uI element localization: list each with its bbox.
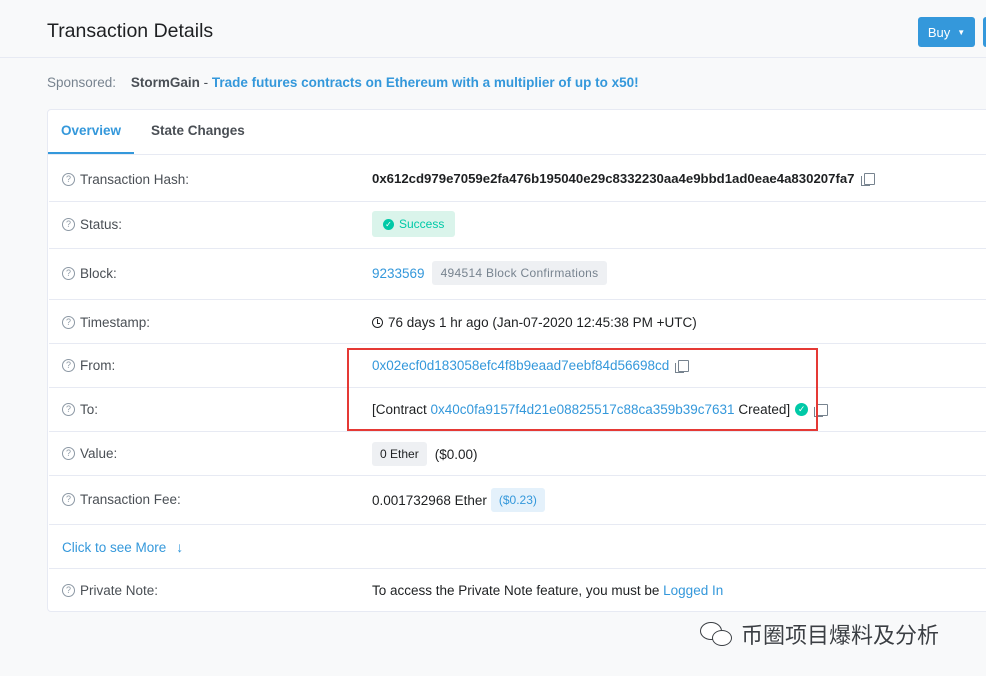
row-label: ? From: (62, 358, 115, 373)
sponsor-name[interactable]: StormGain (131, 75, 200, 90)
row-value: 0 Ether ($0.00) (372, 442, 477, 466)
block-number-link[interactable]: 9233569 (372, 266, 425, 281)
copy-icon[interactable] (860, 172, 875, 186)
row-private-note: ? Private Note: To access the Private No… (49, 569, 986, 613)
row-label: ? Transaction Hash: (62, 172, 189, 187)
see-more-link[interactable]: Click to see More ↓ (62, 539, 183, 555)
row-label: ? Status: (62, 217, 122, 232)
private-note-label: Private Note: (80, 583, 159, 598)
fee-amount: 0.001732968 Ether (372, 492, 487, 508)
highlight-annotation-box (347, 348, 818, 431)
row-label: ? Private Note: (62, 583, 158, 598)
sponsored-banner: Sponsored: StormGain - Trade futures con… (47, 75, 639, 90)
value-usd: ($0.00) (434, 446, 478, 462)
status-label: Status: (80, 217, 123, 232)
watermark-text: 币圈项目爆料及分析 (741, 623, 940, 648)
chevron-down-icon: ▼ (957, 27, 966, 37)
block-confirmations-badge: 494514 Block Confirmations (431, 261, 608, 285)
question-icon[interactable]: ? (62, 173, 75, 186)
sponsor-link[interactable]: Trade futures contracts on Ethereum with… (212, 75, 639, 90)
tab-state-changes[interactable]: State Changes (138, 110, 258, 154)
fee-label: Transaction Fee: (80, 492, 181, 507)
row-status: ? Status: ✓ Success (49, 202, 986, 249)
row-value: 0.001732968 Ether ($0.23) (372, 488, 545, 512)
sponsored-label: Sponsored: (47, 75, 117, 90)
row-transaction-hash: ? Transaction Hash: 0x612cd979e7059e2fa4… (49, 156, 986, 202)
block-label: Block: (80, 266, 117, 281)
row-label: ? Value: (62, 446, 117, 461)
row-value-amount: ? Value: 0 Ether ($0.00) (49, 432, 986, 476)
row-timestamp: ? Timestamp: 76 days 1 hr ago (Jan-07-20… (49, 300, 986, 344)
question-icon[interactable]: ? (62, 493, 75, 506)
row-value: 0x612cd979e7059e2fa476b195040e29c8332230… (372, 171, 875, 186)
row-block: ? Block: 9233569 494514 Block Confirmati… (49, 249, 986, 300)
from-label: From: (80, 358, 116, 373)
clock-icon (372, 317, 383, 328)
tab-bar: Overview State Changes (48, 110, 986, 155)
title-bar: Transaction Details Buy ▼ (0, 0, 986, 58)
timestamp-value: 76 days 1 hr ago (Jan-07-2020 12:45:38 P… (388, 315, 697, 330)
timestamp-label: Timestamp: (80, 315, 151, 330)
see-more-label: Click to see More (62, 539, 167, 555)
row-value: 76 days 1 hr ago (Jan-07-2020 12:45:38 P… (372, 315, 697, 330)
row-value: ✓ Success (372, 211, 456, 237)
value-label: Value: (80, 446, 118, 461)
question-icon[interactable]: ? (62, 403, 75, 416)
row-value: To access the Private Note feature, you … (372, 583, 723, 598)
tab-overview[interactable]: Overview (48, 110, 135, 154)
transaction-hash-label: Transaction Hash: (80, 172, 190, 187)
question-icon[interactable]: ? (62, 316, 75, 329)
question-icon[interactable]: ? (62, 359, 75, 372)
question-icon[interactable]: ? (62, 218, 75, 231)
row-label: ? Transaction Fee: (62, 492, 181, 507)
watermark: 币圈项目爆料及分析 (700, 617, 939, 651)
check-circle-icon: ✓ (383, 218, 394, 230)
transaction-hash-value: 0x612cd979e7059e2fa476b195040e29c8332230… (372, 171, 855, 186)
private-note-text: To access the Private Note feature, you … (372, 583, 664, 598)
question-icon[interactable]: ? (62, 447, 75, 460)
row-label: ? To: (62, 402, 98, 417)
copy-icon[interactable] (814, 403, 829, 417)
row-transaction-fee: ? Transaction Fee: 0.001732968 Ether ($0… (49, 476, 986, 525)
buy-button[interactable]: Buy ▼ (918, 17, 975, 47)
row-label: ? Timestamp: (62, 315, 150, 330)
row-see-more: Click to see More ↓ (49, 525, 986, 569)
row-value: 9233569 494514 Block Confirmations (372, 261, 608, 285)
question-icon[interactable]: ? (62, 267, 75, 280)
page-title: Transaction Details (47, 20, 214, 42)
buy-button-label: Buy (927, 24, 951, 40)
fee-usd-badge: ($0.23) (490, 488, 545, 512)
status-value: Success (399, 217, 445, 231)
question-icon[interactable]: ? (62, 584, 75, 597)
sponsor-separator: - (199, 75, 212, 90)
wechat-icon (700, 622, 733, 646)
status-badge: ✓ Success (372, 211, 456, 237)
row-label: ? Block: (62, 266, 117, 281)
arrow-down-icon: ↓ (176, 539, 184, 555)
value-ether-badge: 0 Ether (372, 442, 427, 466)
to-label: To: (80, 402, 99, 417)
logged-in-link[interactable]: Logged In (663, 583, 723, 598)
